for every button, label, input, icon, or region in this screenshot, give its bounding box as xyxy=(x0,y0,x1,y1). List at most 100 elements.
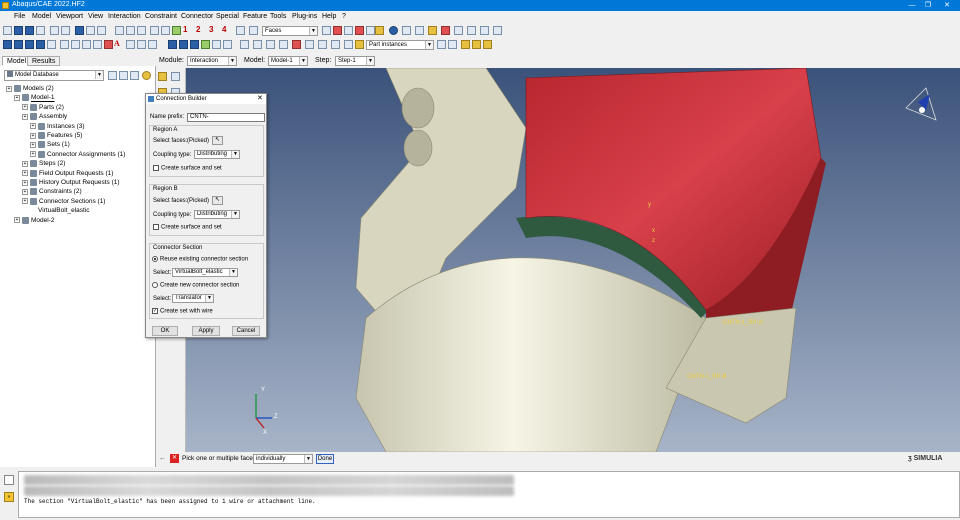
tool-icon[interactable] xyxy=(71,40,80,49)
tool-icon[interactable] xyxy=(60,40,69,49)
pick-faces-b-button[interactable]: ↖ xyxy=(212,196,223,205)
part-instances-select[interactable]: Part instances ▼ xyxy=(366,40,434,50)
selection-filter-select[interactable]: Faces ▼ xyxy=(262,26,318,36)
menu-interaction[interactable]: Interaction xyxy=(108,13,141,20)
tree-tool-icon[interactable] xyxy=(130,71,139,80)
message-log-icon[interactable] xyxy=(4,475,14,485)
view-icon[interactable] xyxy=(223,40,232,49)
view-icon[interactable] xyxy=(201,40,210,49)
save-icon[interactable] xyxy=(25,26,34,35)
tree-item[interactable]: + Parts (2) xyxy=(22,103,64,111)
tool-icon[interactable] xyxy=(126,40,135,49)
zoom-icon[interactable] xyxy=(266,40,275,49)
expand-icon[interactable]: + xyxy=(6,85,12,92)
menu-plugins[interactable]: Plug-ins xyxy=(292,13,317,20)
select-box-icon[interactable] xyxy=(61,26,70,35)
tool-icon[interactable] xyxy=(86,26,95,35)
select-icon[interactable] xyxy=(50,26,59,35)
cancel-button[interactable]: Cancel xyxy=(232,326,260,336)
tree-item[interactable]: + Sets (1) xyxy=(30,141,70,149)
tool-icon[interactable] xyxy=(344,40,353,49)
tab-results[interactable]: Results xyxy=(27,56,61,66)
tool-icon[interactable] xyxy=(355,40,364,49)
render-icon[interactable] xyxy=(47,40,56,49)
tree-item[interactable]: + Assembly xyxy=(22,113,67,120)
filter-icon[interactable] xyxy=(375,26,384,35)
tool-icon[interactable] xyxy=(441,26,450,35)
model-database-select[interactable]: Model Database ▼ xyxy=(4,70,104,81)
tool-icon[interactable] xyxy=(148,40,157,49)
arrow-select-icon[interactable] xyxy=(249,26,258,35)
name-prefix-input[interactable]: CNTN- xyxy=(187,113,265,122)
apply-button[interactable]: Apply xyxy=(192,326,220,336)
tree-tool-icon[interactable] xyxy=(119,71,128,80)
ok-button[interactable]: OK xyxy=(152,326,178,336)
tool-icon[interactable] xyxy=(97,26,106,35)
tree-item[interactable]: + Field Output Requests (1) xyxy=(22,169,113,177)
tool-icon[interactable] xyxy=(305,40,314,49)
tool-icon[interactable] xyxy=(318,40,327,49)
tool-icon[interactable] xyxy=(428,26,437,35)
close-button[interactable]: ✕ xyxy=(940,0,954,11)
tree-item[interactable]: + Connector Sections (1) xyxy=(22,197,105,205)
command-line-icon[interactable]: » xyxy=(4,492,14,502)
tree-item[interactable]: + Features (5) xyxy=(30,132,82,139)
coupling-type-b-select[interactable]: Distributing ▼ xyxy=(194,210,240,219)
expand-icon[interactable]: + xyxy=(22,179,28,186)
filter-icon[interactable] xyxy=(344,26,353,35)
view-icon[interactable] xyxy=(190,40,199,49)
render-icon[interactable] xyxy=(25,40,34,49)
dialog-close-icon[interactable]: ✕ xyxy=(257,94,263,102)
tool-icon[interactable] xyxy=(472,40,481,49)
tool-icon[interactable] xyxy=(493,26,502,35)
menu-special[interactable]: Special xyxy=(216,13,239,20)
view-1-button[interactable]: 1 xyxy=(183,25,187,34)
existing-section-select[interactable]: VirtualBolt_elastic ▼ xyxy=(172,268,238,277)
render-icon[interactable] xyxy=(36,40,45,49)
render-icon[interactable] xyxy=(3,40,12,49)
tree-item[interactable]: + Models (2) xyxy=(6,85,54,92)
tool-icon[interactable] xyxy=(448,40,457,49)
view-icon[interactable] xyxy=(212,40,221,49)
view-4-button[interactable]: 4 xyxy=(222,25,226,34)
coupling-type-a-select[interactable]: Distributing ▼ xyxy=(194,150,240,159)
tool-icon[interactable] xyxy=(236,26,245,35)
tool-icon[interactable] xyxy=(483,40,492,49)
tool-icon[interactable] xyxy=(454,26,463,35)
tool-icon[interactable] xyxy=(93,40,102,49)
expand-icon[interactable]: + xyxy=(22,104,28,111)
expand-icon[interactable]: + xyxy=(30,132,36,139)
tree-item[interactable]: + Instances (3) xyxy=(30,122,85,130)
back-arrow-icon[interactable]: ← xyxy=(159,455,166,462)
tree-item[interactable]: + Constraints (2) xyxy=(22,188,82,196)
menu-tools[interactable]: Tools xyxy=(270,13,286,20)
view-icon[interactable] xyxy=(168,40,177,49)
expand-icon[interactable]: + xyxy=(22,113,28,120)
done-button[interactable]: Done xyxy=(316,454,334,464)
menu-model[interactable]: Model xyxy=(32,13,51,20)
query-icon[interactable] xyxy=(150,26,159,35)
expand-icon[interactable]: + xyxy=(22,160,28,167)
filter-icon[interactable] xyxy=(366,26,375,35)
menu-viewport[interactable]: Viewport xyxy=(56,13,83,20)
tool-icon[interactable] xyxy=(415,26,424,35)
maximize-button[interactable]: ❐ xyxy=(921,0,935,11)
tool-icon[interactable] xyxy=(402,26,411,35)
tree-item[interactable]: + Connector Assignments (1) xyxy=(30,150,125,158)
redo-icon[interactable] xyxy=(480,26,489,35)
rotate-icon[interactable] xyxy=(253,40,262,49)
minimize-button[interactable]: — xyxy=(905,0,919,11)
create-new-section-radio[interactable]: Create new connector section xyxy=(152,282,239,289)
tool-icon[interactable] xyxy=(137,40,146,49)
reuse-section-radio[interactable]: Reuse existing connector section xyxy=(152,256,248,263)
interaction-tool-icon[interactable] xyxy=(158,72,167,81)
module-select[interactable]: Interaction ▼ xyxy=(187,56,237,66)
render-icon[interactable] xyxy=(14,40,23,49)
expand-icon[interactable]: + xyxy=(22,170,28,177)
tree-tool-icon[interactable] xyxy=(108,71,117,80)
create-surface-a-checkbox[interactable]: Create surface and set xyxy=(153,165,222,172)
query-icon[interactable] xyxy=(137,26,146,35)
expand-icon[interactable]: + xyxy=(30,123,36,130)
pick-faces-a-button[interactable]: ↖ xyxy=(212,136,223,145)
undo-icon[interactable] xyxy=(467,26,476,35)
